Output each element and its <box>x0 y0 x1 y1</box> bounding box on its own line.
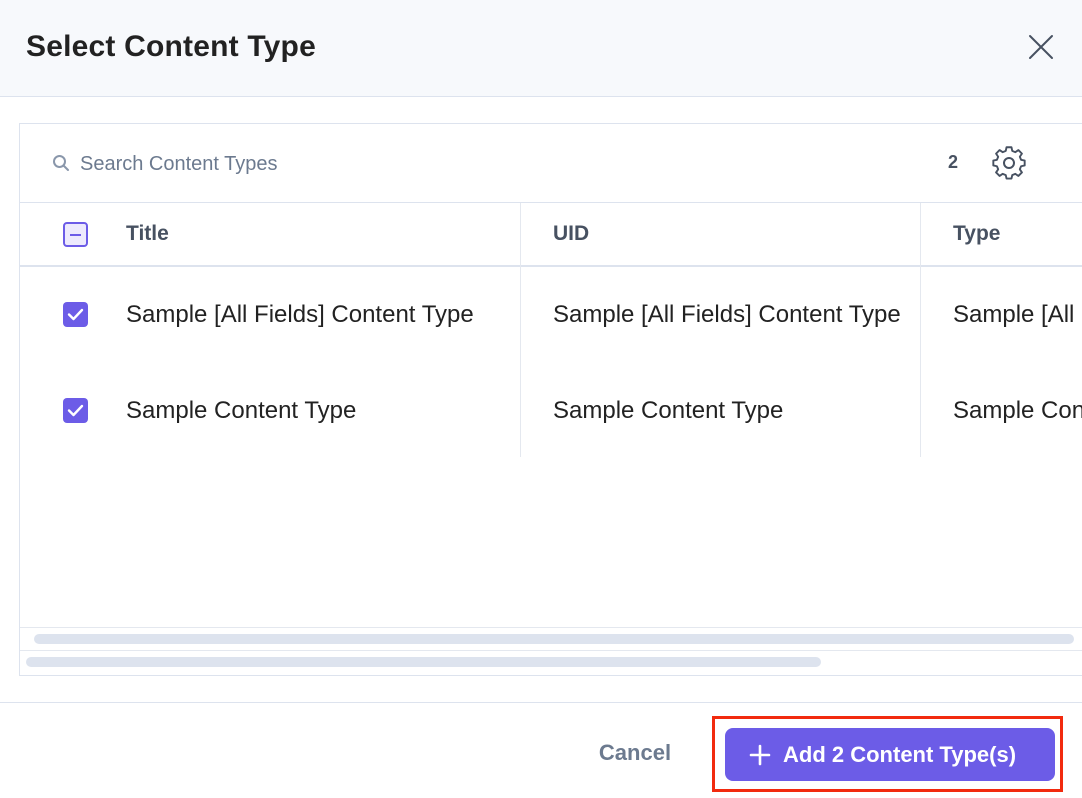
column-header-uid[interactable]: UID <box>553 203 589 265</box>
cancel-button[interactable]: Cancel <box>580 733 690 773</box>
row-checkbox[interactable] <box>63 302 88 327</box>
search-input[interactable] <box>80 148 500 180</box>
gear-icon[interactable] <box>990 144 1028 182</box>
dialog-title: Select Content Type <box>26 30 316 63</box>
table-header: Title UID Type <box>20 203 1082 267</box>
add-button-label: Add 2 Content Type(s) <box>783 741 1017 767</box>
row-uid: Sample Content Type <box>553 397 784 424</box>
plus-icon <box>749 744 771 765</box>
row-type: Sample Content Type <box>953 397 1082 424</box>
row-checkbox[interactable] <box>63 398 88 423</box>
table-row[interactable]: Sample Content Type Sample Content Type … <box>20 363 1082 459</box>
column-header-type[interactable]: Type <box>953 203 1000 265</box>
horizontal-scrollbar-thumb[interactable] <box>34 634 1074 644</box>
row-title: Sample [All Fields] Content Type <box>126 301 474 328</box>
dialog-header: Select Content Type <box>0 0 1082 97</box>
selected-count: 2 <box>948 152 959 172</box>
dialog-footer: Cancel Add 2 Content Type(s) <box>0 702 1082 798</box>
row-uid: Sample [All Fields] Content Type <box>553 301 901 328</box>
table-horizontal-scrollbar-thumb[interactable] <box>26 657 821 667</box>
column-header-title[interactable]: Title <box>126 203 169 265</box>
add-content-types-button[interactable]: Add 2 Content Type(s) <box>725 728 1055 781</box>
select-content-type-dialog: Select Content Type 2 Title UID Typ <box>0 0 1082 798</box>
checkmark-icon <box>67 308 84 321</box>
table-row[interactable]: Sample [All Fields] Content Type Sample … <box>20 267 1082 363</box>
select-all-checkbox[interactable] <box>63 222 88 247</box>
close-icon[interactable] <box>1026 32 1056 62</box>
checkmark-icon <box>67 404 84 417</box>
row-type: Sample [All Fields] Content Type <box>953 301 1082 328</box>
horizontal-scrollbar-track <box>20 627 1082 651</box>
table-toolbar: 2 <box>20 124 1082 203</box>
search-icon <box>53 155 69 171</box>
content-type-table-panel: 2 Title UID Type Sample [All Fields] Co <box>19 123 1082 676</box>
row-title: Sample Content Type <box>126 397 357 424</box>
